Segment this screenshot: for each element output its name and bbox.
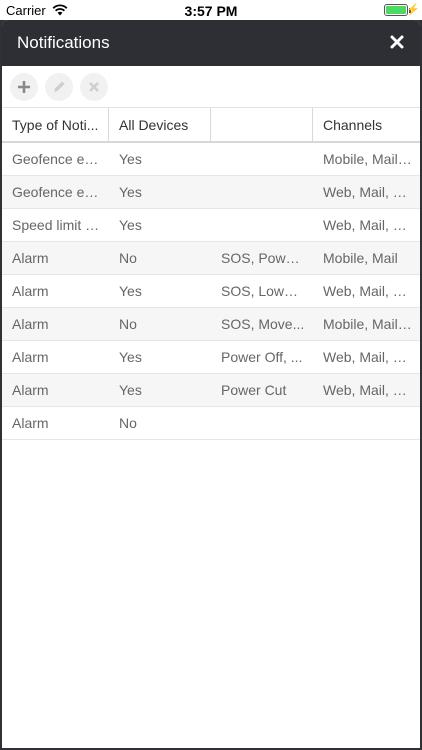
cell-all-devices: Yes: [119, 184, 142, 200]
cell-all-devices: No: [119, 415, 137, 431]
battery-icon: [384, 4, 408, 16]
table-row[interactable]: Alarm Yes SOS, LowBa... Web, Mail, M...: [2, 275, 420, 308]
plus-icon: [18, 81, 30, 93]
cell-alarms: Power Cut: [221, 382, 287, 398]
cell-type: Alarm: [12, 316, 49, 332]
column-alarms-header[interactable]: [211, 108, 313, 141]
column-all-devices-header[interactable]: All Devices: [109, 108, 211, 141]
column-channels-header[interactable]: Channels: [313, 108, 420, 141]
cell-channels: Web, Mail, M...: [323, 382, 417, 398]
cell-channels: Web, Mail, M...: [323, 217, 417, 233]
add-button[interactable]: [10, 73, 38, 101]
table-body: Geofence ex... Yes Mobile, Mail,... Geofenc…: [2, 143, 420, 440]
panel-header: Notifications: [2, 20, 420, 66]
cell-alarms: SOS, Move...: [221, 316, 305, 332]
cell-channels: Web, Mail, M...: [323, 283, 417, 299]
cell-channels: Mobile, Mail: [323, 250, 398, 266]
table-row[interactable]: Alarm No: [2, 407, 420, 440]
cell-type: Alarm: [12, 349, 49, 365]
toolbar: [2, 66, 420, 108]
cell-channels: Mobile, Mail,...: [323, 316, 414, 332]
cell-type: Geofence ex...: [12, 151, 104, 167]
cell-all-devices: No: [119, 316, 137, 332]
cell-alarms: [211, 209, 313, 241]
x-icon: [89, 82, 99, 92]
cell-type: Alarm: [12, 382, 49, 398]
delete-button[interactable]: [80, 73, 108, 101]
table-row[interactable]: Alarm No SOS, Move... Mobile, Mail,...: [2, 308, 420, 341]
cell-type: Alarm: [12, 415, 49, 431]
cell-type: Alarm: [12, 250, 49, 266]
cell-all-devices: No: [119, 250, 137, 266]
status-time: 3:57 PM: [184, 3, 238, 19]
cell-all-devices: Yes: [119, 382, 142, 398]
cell-all-devices: Yes: [119, 349, 142, 365]
page-title: Notifications: [17, 33, 110, 52]
table-row[interactable]: Speed limit e... Yes Web, Mail, M...: [2, 209, 420, 242]
table-row[interactable]: Alarm Yes Power Off, ... Web, Mail, M...: [2, 341, 420, 374]
cell-channels: Mobile, Mail,...: [323, 151, 414, 167]
cell-all-devices: Yes: [119, 283, 142, 299]
column-type-header[interactable]: Type of Noti...: [2, 108, 109, 141]
edit-button[interactable]: [45, 73, 73, 101]
cell-all-devices: Yes: [119, 217, 142, 233]
pencil-icon: [54, 81, 65, 92]
table-row[interactable]: Geofence ex... Yes Mobile, Mail,...: [2, 143, 420, 176]
cell-type: Alarm: [12, 283, 49, 299]
status-bar: Carrier 3:57 PM ⚡: [0, 0, 422, 20]
cell-channels: [313, 407, 420, 439]
cell-type: Speed limit e...: [12, 217, 105, 233]
charging-icon: ⚡: [406, 4, 420, 16]
cell-alarms: SOS, Power ...: [221, 250, 313, 266]
cell-alarms: [211, 176, 313, 208]
table-row[interactable]: Alarm Yes Power Cut Web, Mail, M...: [2, 374, 420, 407]
cell-alarms: [211, 407, 313, 439]
table-row[interactable]: Geofence en... Yes Web, Mail, M...: [2, 176, 420, 209]
table-header: Type of Noti... All Devices Channels: [2, 108, 420, 143]
cell-alarms: SOS, LowBa...: [221, 283, 313, 299]
notifications-panel: Notifications Type of Noti... All Device…: [2, 20, 420, 748]
table-row[interactable]: Alarm No SOS, Power ... Mobile, Mail: [2, 242, 420, 275]
cell-channels: Web, Mail, M...: [323, 349, 417, 365]
cell-channels: Web, Mail, M...: [323, 184, 417, 200]
cell-alarms: [211, 143, 313, 175]
cell-type: Geofence en...: [12, 184, 104, 200]
cell-all-devices: Yes: [119, 151, 142, 167]
cell-alarms: Power Off, ...: [221, 349, 303, 365]
close-icon[interactable]: [388, 33, 406, 51]
